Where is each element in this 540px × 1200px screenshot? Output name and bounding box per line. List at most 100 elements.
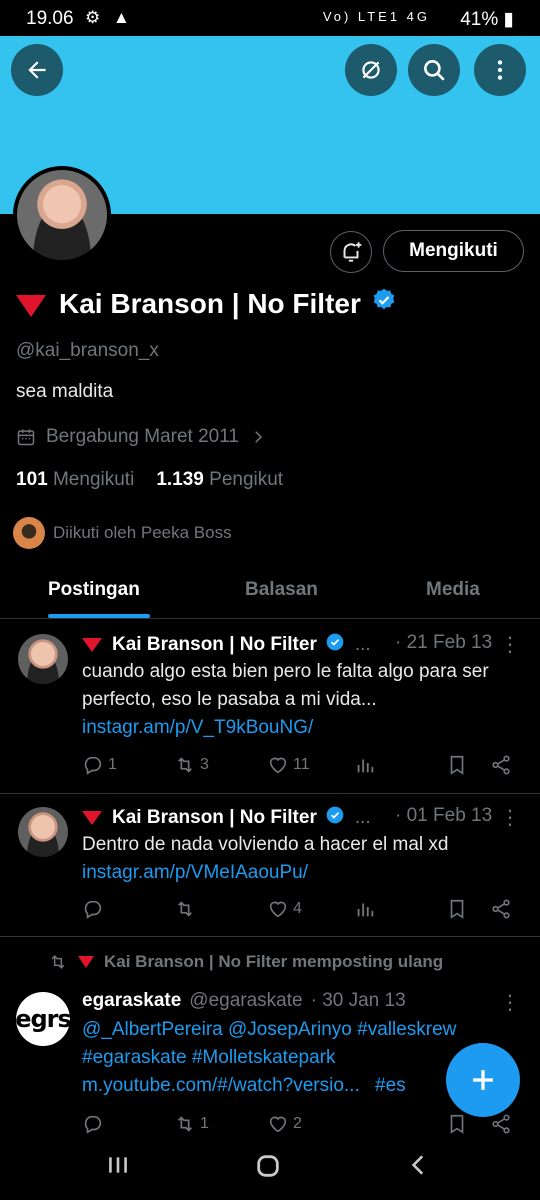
status-time: 19.06 [26,8,74,29]
bookmark-icon [450,1114,464,1134]
repost-icon [177,901,193,917]
following-stat[interactable]: 101 Mengikuti [16,469,134,491]
grok-icon [362,61,380,79]
recent-apps-button[interactable] [105,1152,131,1183]
post-author-name: Kai Branson | No Filter [112,807,317,828]
home-icon [257,1155,279,1177]
system-back-button[interactable] [406,1152,432,1183]
bookmark-button[interactable] [446,898,468,920]
chevron-left-icon [411,1155,424,1175]
followers-stat[interactable]: 1.139 Pengikut [156,469,283,491]
repost-button[interactable]: 1 [174,1113,209,1135]
share-button[interactable] [490,754,512,776]
bookmark-button[interactable] [446,1113,468,1135]
repost-button[interactable] [174,898,200,920]
chevron-right-icon [255,431,263,443]
views-button[interactable] [354,898,376,920]
post-hashtags[interactable]: #egaraskate #Molletskatepark [82,1047,335,1068]
post-actions: 1 3 11 [82,754,522,780]
repost-icon [177,1116,193,1132]
notifications-button[interactable] [330,231,372,273]
post-hashtag[interactable]: #es [375,1075,406,1096]
red-triangle-icon [82,638,102,652]
repost-icon [51,955,65,969]
tab-replies[interactable]: Balasan [245,579,318,601]
reply-icon [84,900,102,919]
grok-button[interactable] [345,44,397,96]
red-triangle-icon [78,956,94,968]
post-text: Dentro de nada volviendo a hacer el mal … [82,834,449,883]
post-avatar[interactable]: egrs [15,992,72,1046]
profile-bio: sea maldita [16,381,114,402]
repost-button[interactable]: 3 [174,754,209,776]
red-triangle-icon [82,811,102,825]
analytics-icon [357,903,374,917]
verified-badge-icon[interactable] [371,287,397,320]
post-actions: 4 [82,898,522,924]
search-button[interactable] [408,44,460,96]
bookmark-icon [450,899,464,919]
reply-icon [84,756,102,775]
red-triangle-icon [16,294,46,317]
repost-label[interactable]: Kai Branson | No Filter memposting ulang [48,952,443,972]
post-actions: 1 2 [82,1113,522,1139]
like-button[interactable]: 11 [267,754,310,776]
calendar-icon [17,429,35,446]
post-avatar[interactable] [18,634,68,684]
profile-name-row: Kai Branson | No Filter [16,287,397,320]
reply-button[interactable]: 1 [82,754,117,776]
post-author-handle: @egaraskate [189,990,303,1011]
post-date: · 21 Feb 13 [395,632,493,653]
like-button[interactable]: 2 [267,1113,302,1135]
more-vertical-icon [497,60,503,80]
analytics-icon [357,759,374,773]
tab-media[interactable]: Media [426,579,480,601]
following-button[interactable]: Mengikuti [383,230,524,272]
post-link[interactable]: m.youtube.com/#/watch?versio... [82,1075,360,1096]
more-options-button[interactable] [474,44,526,96]
like-button[interactable]: 4 [267,898,302,920]
follow-stats: 101 Mengikuti 1.139 Pengikut [16,469,283,491]
post-header: Kai Branson | No Filter ... [82,805,371,831]
system-navigation-bar [0,1138,540,1200]
verified-badge-icon [325,805,345,831]
bell-plus-icon [343,242,362,262]
bookmark-button[interactable] [446,754,468,776]
joined-date[interactable]: Bergabung Maret 2011 [16,426,267,448]
post-author-ellipsis: ... [354,807,371,828]
post-author-name: egaraskate [82,990,182,1011]
share-icon [492,899,510,919]
followed-by-text: Diikuti oleh Peeka Boss [53,523,232,542]
repost-icon [177,757,193,773]
profile-avatar[interactable] [13,166,111,264]
followed-by[interactable]: Diikuti oleh Peeka Boss [13,517,232,549]
compose-post-button[interactable] [446,1043,520,1117]
post-link[interactable]: instagr.am/p/V_T9kBouNG/ [82,717,313,738]
search-icon [424,60,445,81]
recent-apps-icon [109,1157,127,1173]
plus-icon [473,1070,493,1090]
share-button[interactable] [490,1113,512,1135]
back-button[interactable] [11,44,63,96]
active-tab-indicator [48,614,150,618]
home-button[interactable] [254,1152,282,1185]
post-mentions[interactable]: @_AlbertPereira @JosepArinyo #valleskrew [82,1019,456,1040]
views-button[interactable] [354,754,376,776]
reply-button[interactable] [82,898,108,920]
reply-button[interactable] [82,1113,108,1135]
post-more-icon[interactable]: ⋮ [500,632,520,657]
post-link[interactable]: instagr.am/p/VMeIAaouPu/ [82,862,308,883]
tab-posts[interactable]: Postingan [48,579,140,601]
post-more-icon[interactable]: ⋮ [500,805,520,830]
post-avatar[interactable] [18,807,68,857]
post-header: egaraskate @egaraskate · 30 Jan 13 [82,990,406,1012]
post-item[interactable]: Kai Branson | No Filter ... · 21 Feb 13 … [0,620,540,794]
post-date: · 01 Feb 13 [395,805,493,826]
share-button[interactable] [490,898,512,920]
post-item[interactable]: Kai Branson | No Filter ... · 01 Feb 13 … [0,795,540,937]
post-author-ellipsis: ... [354,634,371,655]
status-network-icons: Vo) LTE1 4G [322,9,430,24]
profile-name: Kai Branson | No Filter [59,287,361,319]
battery-level: 41% ▮ [460,9,514,30]
post-more-icon[interactable]: ⋮ [500,990,520,1015]
